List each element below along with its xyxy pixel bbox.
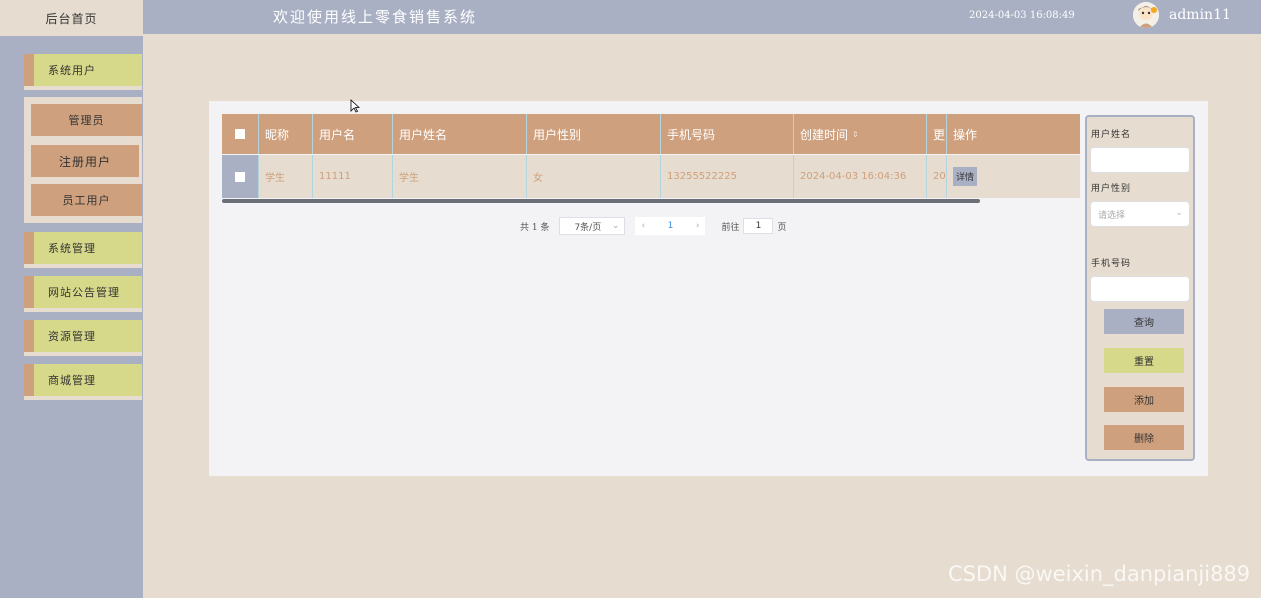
cell-created: 2024-04-03 16:04:36	[794, 155, 927, 198]
column-header[interactable]: 昵称	[259, 114, 313, 154]
cell-actions: 详情	[947, 155, 1080, 198]
page-number-current[interactable]: 1	[668, 221, 674, 231]
sidebar-item-label: 系统管理	[48, 242, 96, 255]
user-avatar-icon[interactable]	[1133, 2, 1159, 28]
submenu-item-staff-users[interactable]: 员工用户	[31, 184, 142, 216]
current-time: 2024-04-03 16:08:49	[969, 10, 1075, 21]
name-input[interactable]	[1090, 147, 1190, 173]
page-size-select[interactable]: 7条/页 ⌄	[559, 217, 626, 235]
chevron-down-icon: ⌄	[611, 221, 620, 231]
sidebar-item-mall[interactable]: 商城管理	[24, 364, 142, 400]
username[interactable]: admin11	[1169, 7, 1231, 23]
gender-select-placeholder: 请选择	[1098, 210, 1126, 221]
table-row[interactable]: 学生 11111 学生 女 13255522225 2024-04-03 16:…	[222, 154, 1080, 198]
page-unit-label: 页	[777, 222, 787, 233]
table-header: 昵称 用户名 用户姓名 用户性别 手机号码 创建时间 ⇕ 更 操作	[222, 114, 1080, 154]
sidebar-item-label: 网站公告管理	[48, 286, 120, 299]
gender-select[interactable]: 请选择 ⌄	[1090, 201, 1190, 227]
page-size-value: 7条/页	[574, 222, 602, 233]
row-checkbox[interactable]	[222, 155, 259, 198]
submenu-system-users: 管理员 注册用户 员工用户	[24, 97, 142, 223]
sidebar-item-system-users[interactable]: 系统用户	[24, 54, 142, 90]
total-count: 共 1 条	[520, 222, 550, 233]
sidebar-item-system-management[interactable]: 系统管理	[24, 232, 142, 268]
submenu-item-label: 员工用户	[62, 194, 111, 207]
users-table: 昵称 用户名 用户姓名 用户性别 手机号码 创建时间 ⇕ 更 操作 学生 111…	[222, 114, 1080, 198]
column-header-sortable[interactable]: 创建时间 ⇕	[794, 114, 927, 154]
cell-gender: 女	[527, 155, 661, 198]
mouse-cursor-icon	[350, 99, 360, 113]
sidebar-item-resources[interactable]: 资源管理	[24, 320, 142, 356]
column-header-label: 创建时间	[800, 127, 849, 142]
content-panel: 昵称 用户名 用户姓名 用户性别 手机号码 创建时间 ⇕ 更 操作 学生 111…	[209, 101, 1208, 476]
home-link[interactable]: 后台首页	[0, 0, 143, 36]
column-header[interactable]: 用户性别	[527, 114, 661, 154]
submenu-item-label: 管理员	[68, 114, 105, 127]
sidebar-item-announcements[interactable]: 网站公告管理	[24, 276, 142, 312]
phone-label: 手机号码	[1091, 259, 1132, 269]
submenu-item-admin[interactable]: 管理员	[31, 104, 142, 136]
column-header[interactable]: 手机号码	[661, 114, 794, 154]
add-button[interactable]: 添加	[1104, 387, 1184, 412]
sidebar-item-label: 系统用户	[48, 64, 96, 77]
column-header: 操作	[953, 127, 978, 142]
submenu-item-registered-users[interactable]: 注册用户	[31, 145, 139, 177]
sidebar-item-label: 商城管理	[48, 374, 96, 387]
cell-username: 11111	[313, 155, 393, 198]
query-button[interactable]: 查询	[1104, 309, 1184, 334]
sidebar-item-label: 资源管理	[48, 330, 96, 343]
submenu-item-label: 注册用户	[58, 154, 111, 169]
watermark: CSDN @weixin_danpianji889	[948, 562, 1251, 586]
pagination: 共 1 条 7条/页 ⌄ ‹ 1 › 前往 1 页	[520, 217, 786, 235]
sidebar: 系统用户 管理员 注册用户 员工用户 系统管理 网站公告管理 资源管理 商城管理	[0, 36, 143, 598]
column-header[interactable]: 用户姓名	[393, 114, 527, 154]
cell-phone: 13255522225	[661, 155, 794, 198]
reset-button[interactable]: 重置	[1104, 348, 1184, 373]
goto-page-input[interactable]: 1	[743, 218, 774, 234]
column-header[interactable]: 用户名	[313, 114, 393, 154]
prev-page-icon[interactable]: ‹	[641, 221, 645, 231]
column-header[interactable]: 更	[927, 114, 947, 154]
top-header: 欢迎使用线上零食销售系统 2024-04-03 16:08:49 admin11	[143, 0, 1261, 34]
detail-button[interactable]: 详情	[953, 167, 978, 186]
phone-input[interactable]	[1090, 276, 1190, 302]
horizontal-scrollbar[interactable]	[222, 199, 980, 203]
cell-nickname: 学生	[259, 155, 313, 198]
search-form: 用户姓名 用户性别 请选择 ⌄ 手机号码 查询 重置 添加 删除	[1085, 115, 1195, 461]
sort-icon[interactable]: ⇕	[852, 130, 859, 139]
next-page-icon[interactable]: ›	[696, 221, 700, 231]
cell-updated: 20	[927, 155, 947, 198]
select-all-checkbox[interactable]	[222, 114, 259, 154]
chevron-down-icon: ⌄	[1175, 208, 1183, 218]
page-title: 欢迎使用线上零食销售系统	[273, 8, 478, 26]
goto-label: 前往	[721, 222, 740, 233]
page-navigator: ‹ 1 ›	[635, 217, 706, 235]
gender-label: 用户性别	[1091, 184, 1132, 194]
delete-button[interactable]: 删除	[1104, 425, 1184, 450]
name-label: 用户姓名	[1091, 130, 1132, 140]
cell-realname: 学生	[393, 155, 527, 198]
